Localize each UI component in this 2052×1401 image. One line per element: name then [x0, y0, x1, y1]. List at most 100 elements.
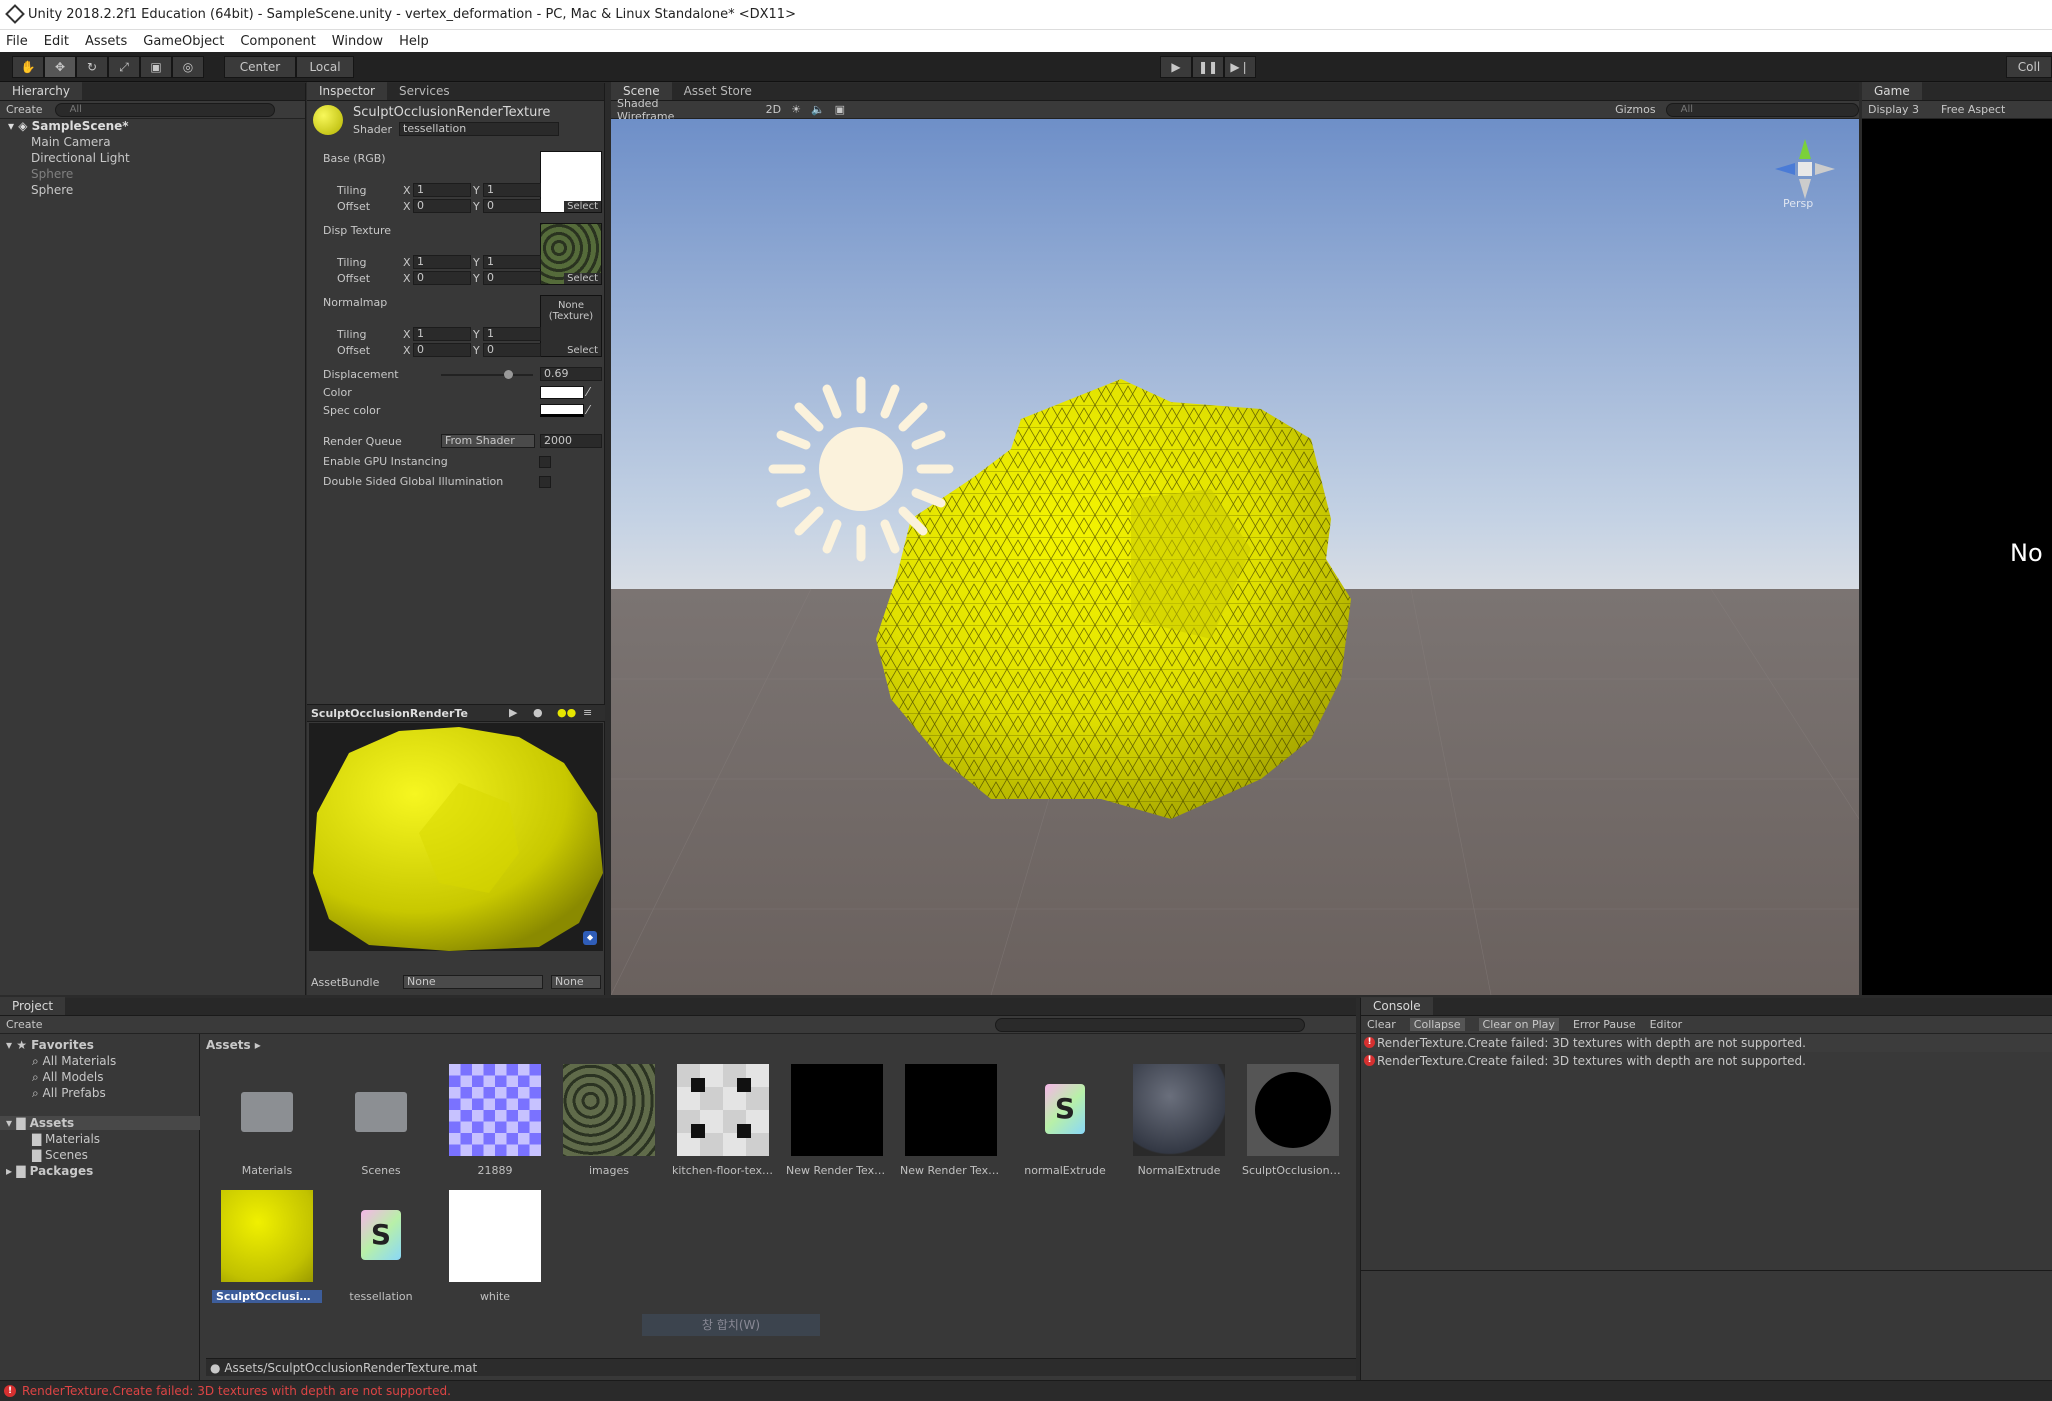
- spec-color-picker-icon[interactable]: ⁄: [587, 403, 589, 417]
- disp-offset-y-input[interactable]: 0: [483, 271, 541, 285]
- asset-normalextrude-material[interactable]: NormalExtrude: [1124, 1064, 1234, 1177]
- persp-label[interactable]: Persp: [1783, 197, 1813, 210]
- normalmap-select-button[interactable]: Select: [564, 345, 601, 356]
- project-search-input[interactable]: [994, 1017, 1305, 1032]
- render-queue-value-input[interactable]: 2000: [540, 434, 602, 448]
- display-dropdown[interactable]: Display 3: [1868, 103, 1919, 116]
- asset-new-render-texture-2[interactable]: New Render Textu...: [896, 1064, 1006, 1177]
- console-collapse-button[interactable]: Collapse: [1409, 1018, 1465, 1031]
- aspect-dropdown[interactable]: Free Aspect: [1941, 103, 2005, 116]
- status-bar[interactable]: ! RenderTexture.Create failed: 3D textur…: [0, 1380, 2052, 1400]
- asset-kitchen-floor-texture[interactable]: kitchen-floor-text...: [668, 1064, 778, 1177]
- base-offset-x-input[interactable]: 0: [413, 199, 471, 213]
- menu-gameobject[interactable]: GameObject: [143, 34, 224, 49]
- base-select-button[interactable]: Select: [564, 201, 601, 212]
- hierarchy-item-main-camera[interactable]: Main Camera: [31, 135, 111, 149]
- hand-tool-icon[interactable]: ✋: [12, 56, 44, 78]
- tab-project[interactable]: Project: [0, 997, 66, 1015]
- menu-help[interactable]: Help: [399, 34, 429, 49]
- menu-assets[interactable]: Assets: [85, 34, 127, 49]
- hierarchy-item-sphere[interactable]: Sphere: [31, 183, 73, 197]
- asset-normalextrude-shader[interactable]: S normalExtrude: [1010, 1064, 1120, 1177]
- console-clear-button[interactable]: Clear: [1367, 1018, 1396, 1031]
- render-queue-dropdown[interactable]: From Shader: [441, 434, 535, 448]
- displacement-slider-handle[interactable]: [504, 370, 514, 379]
- normal-tiling-x-input[interactable]: 1: [413, 327, 471, 341]
- spec-color-swatch[interactable]: [540, 404, 584, 417]
- double-sided-gi-checkbox[interactable]: [539, 476, 551, 488]
- asset-scenes-folder[interactable]: Scenes: [326, 1064, 436, 1177]
- disp-offset-x-input[interactable]: 0: [413, 271, 471, 285]
- base-tiling-x-input[interactable]: 1: [413, 183, 471, 197]
- pivot-center-button[interactable]: Center: [224, 56, 296, 78]
- normal-tiling-y-input[interactable]: 1: [483, 327, 541, 341]
- preview-play-icon[interactable]: ▶: [509, 706, 517, 719]
- rotate-tool-icon[interactable]: ↻: [76, 56, 108, 78]
- disp-select-button[interactable]: Select: [564, 273, 601, 284]
- step-button[interactable]: ▶❘: [1224, 56, 1256, 78]
- scene-lighting-icon[interactable]: ☀: [791, 103, 801, 116]
- tab-services[interactable]: Services: [387, 82, 462, 100]
- collab-button[interactable]: Coll: [2006, 56, 2052, 78]
- scene-effects-icon[interactable]: ▣: [835, 103, 845, 116]
- preview-sphere-icon[interactable]: ●: [533, 706, 543, 719]
- normal-offset-x-input[interactable]: 0: [413, 343, 471, 357]
- tab-inspector[interactable]: Inspector: [307, 82, 387, 100]
- disp-tiling-y-input[interactable]: 1: [483, 255, 541, 269]
- console-clear-on-play-button[interactable]: Clear on Play: [1478, 1018, 1559, 1031]
- asset-tessellation-shader[interactable]: S tessellation: [326, 1190, 436, 1303]
- color-picker-icon[interactable]: ⁄: [587, 385, 589, 399]
- console-message-1[interactable]: ! RenderTexture.Create failed: 3D texture…: [1361, 1034, 2052, 1052]
- preview-light-icon[interactable]: ●●: [557, 706, 576, 719]
- menu-edit[interactable]: Edit: [44, 34, 69, 49]
- gpu-instancing-checkbox[interactable]: [539, 456, 551, 468]
- project-breadcrumb[interactable]: Assets ▸: [206, 1038, 261, 1052]
- menu-component[interactable]: Component: [240, 34, 315, 49]
- asset-21889[interactable]: 21889: [440, 1064, 550, 1177]
- asset-materials-folder[interactable]: Materials: [212, 1064, 322, 1177]
- tree-folder-materials[interactable]: ▇ Materials: [32, 1132, 100, 1146]
- color-swatch[interactable]: [540, 386, 584, 399]
- base-tiling-y-input[interactable]: 1: [483, 183, 541, 197]
- favorites-node[interactable]: ▾ ★ Favorites: [6, 1038, 94, 1052]
- play-button[interactable]: ▶: [1160, 56, 1192, 78]
- normalmap-texture-slot[interactable]: None (Texture) Select: [540, 295, 602, 357]
- preview-menu-icon[interactable]: ≡: [583, 706, 592, 719]
- console-message-2[interactable]: ! RenderTexture.Create failed: 3D texture…: [1361, 1052, 2052, 1070]
- console-editor-dropdown[interactable]: Editor: [1650, 1018, 1683, 1031]
- transform-tool-icon[interactable]: ◎: [172, 56, 204, 78]
- rect-tool-icon[interactable]: ▣: [140, 56, 172, 78]
- scene-root[interactable]: ▾ ◈ SampleScene*: [8, 119, 129, 133]
- tree-folder-scenes[interactable]: ▇ Scenes: [32, 1148, 88, 1162]
- tab-game[interactable]: Game: [1862, 82, 1922, 100]
- tab-hierarchy[interactable]: Hierarchy: [0, 82, 83, 100]
- menu-file[interactable]: File: [6, 34, 28, 49]
- tab-console[interactable]: Console: [1361, 997, 1433, 1015]
- asset-white[interactable]: white: [440, 1190, 550, 1303]
- console-error-pause-button[interactable]: Error Pause: [1573, 1018, 1636, 1031]
- fav-all-materials[interactable]: ⌕ All Materials: [32, 1054, 116, 1069]
- scene-audio-icon[interactable]: 🔈: [811, 103, 825, 116]
- asset-sculpt-occlusion-material-selected[interactable]: SculptOcclusionR...: [212, 1190, 322, 1303]
- move-tool-icon[interactable]: ✥: [44, 56, 76, 78]
- normal-offset-y-input[interactable]: 0: [483, 343, 541, 357]
- base-offset-y-input[interactable]: 0: [483, 199, 541, 213]
- packages-node[interactable]: ▸ ▇ Packages: [6, 1164, 93, 1178]
- gizmos-dropdown[interactable]: Gizmos: [1615, 103, 1656, 116]
- scale-tool-icon[interactable]: ⤢: [108, 56, 140, 78]
- displacement-slider-track[interactable]: [441, 370, 533, 379]
- asset-label-icon[interactable]: ⬥: [583, 931, 597, 945]
- shader-dropdown[interactable]: tessellation: [399, 122, 559, 136]
- assetbundle-dropdown[interactable]: None: [403, 975, 543, 989]
- asset-sculpt-occlusion-rendertexture[interactable]: SculptOcclusionR...: [1238, 1064, 1348, 1177]
- scene-viewport[interactable]: Persp: [611, 119, 1859, 995]
- hierarchy-item-sphere-inactive[interactable]: Sphere: [31, 167, 73, 181]
- asset-new-render-texture-1[interactable]: New Render Textu...: [782, 1064, 892, 1177]
- hierarchy-search-input[interactable]: All: [54, 102, 275, 117]
- hierarchy-create-button[interactable]: Create: [6, 103, 43, 116]
- toggle-2d-button[interactable]: 2D: [766, 103, 781, 116]
- displacement-value-input[interactable]: 0.69: [540, 367, 602, 381]
- project-create-button[interactable]: Create: [6, 1018, 43, 1031]
- hierarchy-item-directional-light[interactable]: Directional Light: [31, 151, 130, 165]
- fav-all-models[interactable]: ⌕ All Models: [32, 1070, 104, 1085]
